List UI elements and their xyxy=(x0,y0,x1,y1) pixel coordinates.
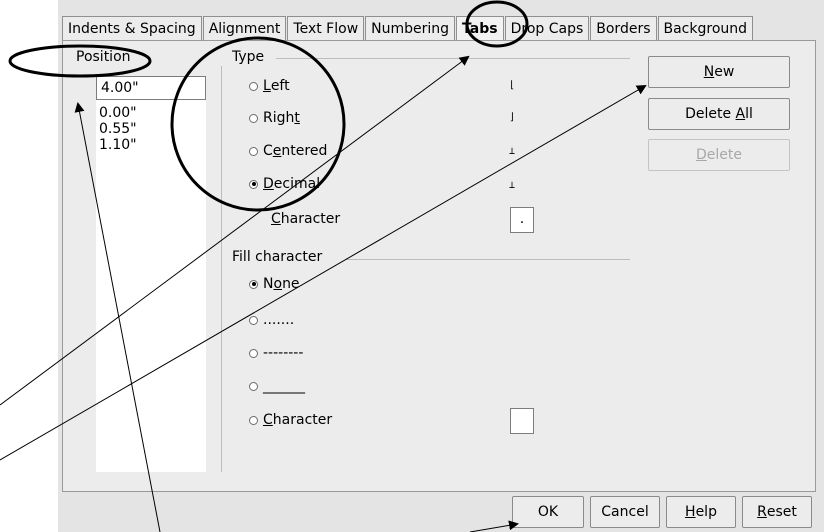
help-button[interactable]: Help xyxy=(666,496,736,528)
ok-button[interactable]: OK xyxy=(512,496,584,528)
position-input[interactable]: 4.00" xyxy=(96,76,206,100)
radio-label-prefix: C xyxy=(263,143,273,159)
tab-drop-caps[interactable]: Drop Caps xyxy=(504,16,590,40)
type-right-radio[interactable]: Righ t xyxy=(249,110,300,126)
group-divider xyxy=(221,66,222,472)
button-label-rest: elp xyxy=(695,504,717,520)
fill-underscores-radio[interactable]: ______ xyxy=(249,378,305,394)
delete-all-button[interactable]: Delete All xyxy=(648,98,790,130)
radio-label: ______ xyxy=(263,378,305,394)
radio-label-mnemonic: o xyxy=(273,276,283,292)
left-tab-icon: ⌊ xyxy=(509,80,516,91)
fill-dots-radio[interactable]: ....... xyxy=(249,312,294,328)
radio-label-rest: ecimal xyxy=(273,176,321,192)
tab-background[interactable]: Background xyxy=(657,16,754,40)
button-label-rest: elete xyxy=(706,147,742,163)
reset-button[interactable]: Reset xyxy=(742,496,812,528)
radio-indicator xyxy=(249,279,258,289)
button-label-rest: ll xyxy=(745,106,753,122)
right-tab-icon: ⌋ xyxy=(509,112,516,123)
type-decimal-radio[interactable]: Decimal xyxy=(249,176,320,192)
radio-indicator xyxy=(249,179,258,189)
tab-alignment[interactable]: Alignment xyxy=(202,16,287,40)
tab-text-flow[interactable]: Text Flow xyxy=(287,16,365,40)
button-mnemonic: R xyxy=(757,504,767,520)
button-mnemonic: N xyxy=(703,64,715,80)
radio-label-mnemonic: t xyxy=(294,110,300,126)
button-mnemonic: H xyxy=(685,504,696,520)
tab-indents-spacing[interactable]: Indents & Spacing xyxy=(62,16,202,40)
radio-label-rest: ntered xyxy=(281,143,328,159)
radio-label-mnemonic: e xyxy=(272,143,282,159)
delete-button[interactable]: Delete xyxy=(648,139,790,171)
tab-borders[interactable]: Borders xyxy=(590,16,657,40)
tab-numbering[interactable]: Numbering xyxy=(365,16,456,40)
button-mnemonic: A xyxy=(735,106,746,122)
position-list-item[interactable]: 0.00" xyxy=(99,105,137,121)
radio-indicator xyxy=(249,113,258,123)
radio-label: ....... xyxy=(263,312,295,328)
button-label-rest: eset xyxy=(766,504,797,520)
button-mnemonic: D xyxy=(696,147,707,163)
radio-indicator xyxy=(249,381,258,391)
decimal-character-input[interactable]: . xyxy=(510,207,534,233)
radio-label-rest: ne xyxy=(282,276,300,292)
type-label: Type xyxy=(229,49,268,65)
button-label-prefix: Delete xyxy=(685,106,736,122)
radio-label-rest: eft xyxy=(270,78,290,94)
button-label-rest: ew xyxy=(714,64,735,80)
label-mnemonic: C xyxy=(271,211,281,227)
decimal-character-label: Character xyxy=(271,211,340,227)
radio-label-prefix: N xyxy=(263,276,274,292)
fill-group-line xyxy=(346,259,630,260)
fill-none-radio[interactable]: No ne xyxy=(249,276,300,292)
radio-indicator xyxy=(249,348,258,358)
fill-dashes-radio[interactable]: -------- xyxy=(249,345,303,361)
radio-indicator xyxy=(249,146,258,156)
new-button[interactable]: New xyxy=(648,56,790,88)
radio-label-mnemonic: D xyxy=(263,176,274,192)
position-list-item[interactable]: 1.10" xyxy=(99,137,137,153)
radio-indicator xyxy=(249,81,258,91)
radio-label-rest: haracter xyxy=(272,412,333,428)
type-left-radio[interactable]: Left xyxy=(249,78,290,94)
fill-character-radio[interactable]: Character xyxy=(249,412,332,428)
position-list-item[interactable]: 0.55" xyxy=(99,121,137,137)
radio-label: -------- xyxy=(263,345,304,361)
position-list[interactable] xyxy=(96,100,206,472)
radio-label-prefix: Righ xyxy=(263,110,295,126)
type-centered-radio[interactable]: Ce ntered xyxy=(249,143,327,159)
cancel-button[interactable]: Cancel xyxy=(590,496,660,528)
centered-tab-icon: ⊥ xyxy=(509,146,516,157)
decimal-tab-icon: ⊥ xyxy=(509,180,516,191)
radio-indicator xyxy=(249,315,258,325)
tab-bar: Indents & Spacing Alignment Text Flow Nu… xyxy=(62,16,754,40)
radio-label-mnemonic: C xyxy=(263,412,273,428)
label-rest: haracter xyxy=(280,211,341,227)
fill-character-label: Fill character xyxy=(229,249,326,265)
radio-indicator xyxy=(249,415,258,425)
type-group-line xyxy=(276,58,630,59)
position-label: Position xyxy=(73,49,134,65)
fill-character-input[interactable] xyxy=(510,408,534,434)
radio-label-mnemonic: L xyxy=(263,78,271,94)
tab-tabs[interactable]: Tabs xyxy=(456,16,504,40)
